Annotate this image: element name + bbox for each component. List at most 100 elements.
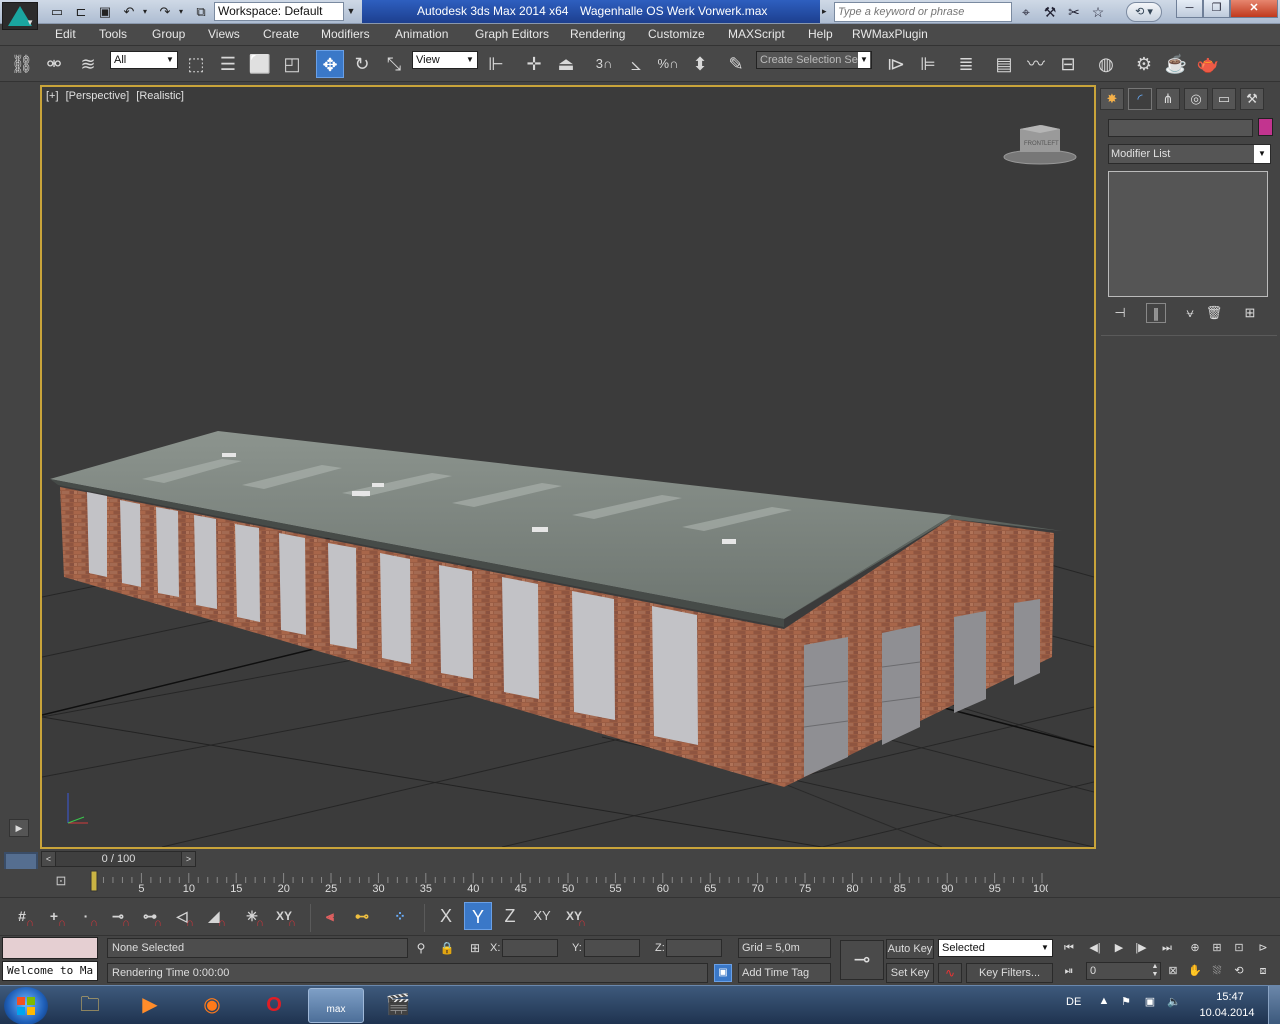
3ds-max-taskbar-icon[interactable]: max [308,988,364,1023]
chevron-down-icon[interactable]: ▼ [344,2,358,21]
field-of-view-icon[interactable]: ⊳ [1252,938,1274,958]
search-expander-icon[interactable]: ▸ [822,3,832,19]
show-end-result-icon[interactable]: ∥ [1146,303,1166,323]
center-face-snap-icon[interactable]: ✳ ∩ [238,902,266,930]
graphite-ribbon-icon[interactable]: ▤ [990,50,1018,78]
hierarchy-tab-icon[interactable]: ⋔ [1156,88,1180,110]
restrict-y-button[interactable]: Y [464,902,492,930]
communication-icon[interactable]: ✂ [1064,3,1084,21]
binoculars-icon[interactable]: ⌖ [1016,3,1036,21]
action-center-flag-icon[interactable]: ⚑ [1118,995,1134,1011]
render-setup-icon[interactable]: ⚙ [1130,50,1158,78]
named-selection-sets-dropdown[interactable]: Create Selection Se ▼ [756,51,872,69]
pin-stack-icon[interactable]: ⊣ [1110,303,1130,323]
zoom-extents-icon[interactable]: ⊞ [1206,938,1228,958]
unlink-selection-icon[interactable]: ⚮ [40,50,68,78]
clock-date[interactable]: 10.04.2014 [1196,1007,1258,1019]
timeline-ruler[interactable]: 5 10 15 20 25 30 35 40 45 50 55 60 65 70 75 80 85 90 95 100 [88,869,1048,895]
menu-views[interactable]: Views [208,27,240,41]
endpoint-snap-icon[interactable]: ⊸ ∩ [104,902,132,930]
menu-edit[interactable]: Edit [55,27,76,41]
face-snap-icon[interactable]: ◢ ∩ [200,902,228,930]
pan-view-icon[interactable]: ✋ [1184,961,1206,981]
start-button[interactable] [4,987,48,1024]
select-and-move-icon[interactable]: ✥ [316,50,344,78]
show-desktop-button[interactable] [1268,986,1280,1024]
mini-curve-editor-icon[interactable]: ⊡ [50,873,72,891]
selection-lock-icon[interactable]: 🔒 [438,939,456,957]
undo-dropdown-icon[interactable]: ▾ [140,3,150,21]
help-button[interactable]: ⟲ ▾ [1126,2,1162,22]
object-color-swatch[interactable] [1258,118,1273,136]
viewport-point-of-view-menu[interactable]: [Perspective] [66,90,130,102]
key-mode-toggle-icon[interactable]: ⏯ [1058,961,1080,981]
schematic-view-icon[interactable]: ⊟ [1054,50,1082,78]
play-icon[interactable]: ▶ [1108,938,1130,958]
previous-frame-icon[interactable]: ◀| [1084,938,1106,958]
adaptive-degradation-icon[interactable]: ▣ [714,964,732,982]
menu-help[interactable]: Help [808,27,833,41]
y-coordinate-field[interactable] [584,939,640,957]
key-mode-selection-dropdown[interactable]: Selected ▼ [938,939,1053,957]
select-and-link-icon[interactable]: ⛓ [8,50,36,78]
viewcube[interactable]: FRONT LEFT [1003,125,1077,165]
redo-icon[interactable]: ↷ [156,3,174,21]
menu-modifiers[interactable]: Modifiers [321,27,370,41]
edit-named-selection-icon[interactable]: ✎ [722,50,750,78]
media-player-icon[interactable]: ▶ [122,988,178,1023]
lock-axis-icon[interactable]: ⫷ [316,902,344,930]
application-menu-button[interactable]: ▼ [2,2,38,30]
utilities-tab-icon[interactable]: ⚒ [1240,88,1264,110]
configure-modifier-sets-icon[interactable]: ⊞ [1240,303,1260,323]
workspace-selector[interactable]: Workspace: Default [214,2,344,21]
bind-space-warp-icon[interactable]: ≋ [74,50,102,78]
file-explorer-icon[interactable]: 🗀 [62,988,118,1023]
movie-maker-icon[interactable]: 🎬 [370,988,426,1023]
default-in-out-tangents-icon[interactable]: ∿ [938,963,962,983]
select-and-rotate-icon[interactable]: ↻ [348,50,376,78]
zoom-extents-all-icon[interactable]: ⊕ [1184,938,1206,958]
snaps-toggle-icon[interactable]: 3∩ [590,50,618,78]
auto-key-button[interactable]: Auto Key [886,939,934,959]
undo-icon[interactable]: ↶ [120,3,138,21]
time-slider[interactable]: < 0 / 100 > [41,851,196,867]
add-time-tag[interactable]: Add Time Tag [738,963,831,983]
reference-coordinate-dropdown[interactable]: View ▼ [412,51,478,69]
remove-modifier-icon[interactable]: 🗑 [1204,303,1224,323]
next-frame-icon[interactable]: |▶ [1130,938,1152,958]
set-key-mode-button[interactable]: Set Key [886,963,934,983]
go-to-start-icon[interactable]: ⏮ [1058,938,1080,958]
xy-snap-icon[interactable]: XY ∩ [270,902,298,930]
viewport-shading-menu[interactable]: [Realistic] [136,90,184,102]
selection-center-icon[interactable]: ⁘ [386,902,414,930]
window-crossing-icon[interactable]: ◰ [278,50,306,78]
restrict-xy-button[interactable]: XY [528,902,556,930]
rendered-frame-window-icon[interactable]: ☕ [1162,50,1190,78]
align-icon[interactable]: ⊫ [914,50,942,78]
perspective-viewport[interactable]: [+] [Perspective] [Realistic] FRONT LEFT [40,85,1096,849]
keyboard-shortcut-override-icon[interactable]: ⏏ [552,50,580,78]
spinner-snap-icon[interactable]: ⬍ [686,50,714,78]
isolate-selection-icon[interactable]: ⚲ [412,939,430,957]
menu-customize[interactable]: Customize [648,27,705,41]
maxscript-listener-output[interactable] [2,937,98,959]
maximize-viewport-icon[interactable]: ⧈ [1252,961,1274,981]
menu-rendering[interactable]: Rendering [570,27,625,41]
modify-tab-icon[interactable]: ◜ [1128,88,1152,110]
clock-time[interactable]: 15:47 [1200,991,1260,1003]
new-file-icon[interactable]: ▭ [48,3,66,21]
vertex-snap-icon[interactable]: · ∩ [72,902,100,930]
make-unique-icon[interactable]: ⩝ [1180,303,1200,323]
project-folder-icon[interactable]: ⧉ [192,3,210,21]
volume-icon[interactable]: 🔈 [1166,995,1182,1011]
spinner-icon[interactable]: ▲ ▼ [1150,963,1160,979]
restrict-xy-snap-icon[interactable]: XY ∩ [560,902,588,930]
close-button[interactable]: ✕ [1230,0,1278,18]
display-tab-icon[interactable]: ▭ [1212,88,1236,110]
pivot-snap-icon[interactable]: + ∩ [40,902,68,930]
modifier-stack-list[interactable] [1108,171,1268,297]
subscription-icon[interactable]: ⚒ [1040,3,1060,21]
viewport-general-menu[interactable]: [+] [46,90,59,102]
orbit-icon[interactable]: ⟲ [1228,961,1250,981]
walk-through-icon[interactable]: ⛆ [1206,961,1228,981]
